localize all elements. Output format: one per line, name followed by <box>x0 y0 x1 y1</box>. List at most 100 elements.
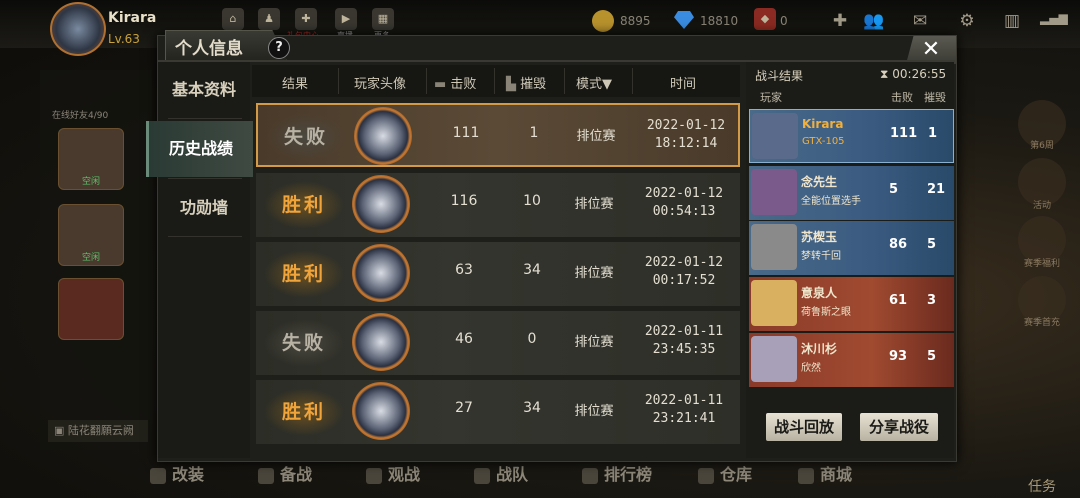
result-label: 胜利 <box>264 388 344 436</box>
trophy-icon <box>582 467 598 484</box>
time-value: 2022-01-12 00:17:52 <box>628 254 740 290</box>
mail-icon[interactable]: ✉ <box>908 11 932 33</box>
task-label[interactable]: 任务 <box>1016 476 1068 496</box>
factory-icon: ▙ <box>506 77 521 92</box>
player-name: 念先生 <box>801 175 838 189</box>
warehouse-icon <box>698 467 714 484</box>
kills-value: 116 <box>450 193 478 209</box>
chat-bar[interactable]: ▣ 陆花翻願云阙 <box>48 420 148 442</box>
ticket-amount: 0 <box>780 14 788 28</box>
player-avatar <box>751 280 797 326</box>
player-tag: GTX-105 <box>802 136 845 147</box>
destroys-value: 34 <box>523 400 541 416</box>
table-row[interactable]: 失败 111 1 排位赛 2022-01-12 18:12:14 <box>256 103 740 167</box>
book-icon[interactable]: ▥ <box>1000 11 1024 33</box>
time-value: 2022-01-11 23:21:41 <box>628 392 740 428</box>
nav-team[interactable]: 战队 <box>474 461 528 485</box>
menu-battle-history[interactable]: 历史战绩 <box>146 121 253 177</box>
slot-label: 空闲 <box>81 253 100 263</box>
nav-spectate[interactable]: 观战 <box>366 461 420 485</box>
nav-ranking[interactable]: 排行榜 <box>582 461 652 485</box>
team-icon <box>474 467 490 484</box>
player-badge-icon <box>352 244 410 302</box>
help-button[interactable]: ? <box>268 37 290 59</box>
squad-slot-3[interactable] <box>58 278 124 340</box>
date-value: 2022-01-11 <box>644 324 724 339</box>
header-destroys: ▙ 摧毁 <box>506 77 547 92</box>
share-button[interactable]: 分享战役 <box>860 413 938 441</box>
result-label: 胜利 <box>264 181 344 229</box>
table-row[interactable]: 失败 46 0 排位赛 2022-01-11 23:45:35 <box>256 311 740 375</box>
nav-prepare[interactable]: 备战 <box>258 461 312 485</box>
table-row[interactable]: 胜利 27 34 排位赛 2022-01-11 23:21:41 <box>256 380 740 444</box>
battle-player-row[interactable]: 沐川杉 欣然 93 5 <box>749 333 954 387</box>
tank-icon: ▬ <box>434 77 451 92</box>
gear-icon[interactable]: ⚙ <box>955 11 979 33</box>
player-avatar <box>751 224 797 270</box>
diamond-icon <box>674 11 694 29</box>
clock-value: 00:17:52 <box>652 273 716 288</box>
player-kills: 86 <box>889 237 908 252</box>
battle-player-row[interactable]: 意泉人 荷鲁斯之眼 61 3 <box>749 277 954 331</box>
kills-value: 27 <box>455 400 473 416</box>
battle-player-row[interactable]: 苏楔玉 梦转千回 86 5 <box>749 221 954 275</box>
header-time: 时间 <box>670 77 697 92</box>
col-kills: 击败 <box>891 91 913 104</box>
player-tag: 全能位置选手 <box>801 196 861 207</box>
video-icon[interactable]: ▶ <box>335 8 357 30</box>
player-tag: 荷鲁斯之眼 <box>801 307 851 318</box>
dialog-title: 个人信息 <box>175 39 243 59</box>
add-icon[interactable]: ✚ <box>828 11 852 33</box>
player-destroys: 5 <box>927 349 937 364</box>
player-avatar <box>751 169 797 215</box>
menu-basic-info[interactable]: 基本资料 <box>158 62 250 118</box>
player-destroys: 5 <box>927 237 937 252</box>
player-badge-icon <box>352 313 410 371</box>
friends-icon[interactable]: 👥 <box>862 11 886 33</box>
result-label: 失败 <box>266 113 346 161</box>
battle-result-title: 战斗结果 <box>755 69 804 83</box>
nav-shop[interactable]: 商城 <box>798 461 852 485</box>
date-value: 2022-01-12 <box>644 186 724 201</box>
mode-value: 排位赛 <box>574 335 614 350</box>
gold-coin-icon <box>592 10 614 32</box>
clock-value: 18:12:14 <box>654 136 718 151</box>
clock-value: 23:45:35 <box>652 342 716 357</box>
squad-slot-2[interactable]: 空闲 <box>58 204 124 266</box>
table-row[interactable]: 胜利 63 34 排位赛 2022-01-12 00:17:52 <box>256 242 740 306</box>
player-kills: 111 <box>890 126 918 141</box>
header-kills: ▬ 击败 <box>434 77 477 92</box>
destroys-value: 1 <box>529 125 539 141</box>
gift-icon[interactable]: ✚ <box>295 8 317 30</box>
home-icon[interactable]: ⌂ <box>222 8 244 30</box>
signal-icon: ▂▄▆ <box>1040 11 1068 25</box>
history-table-header: 结果 玩家头像 ▬ 击败 ▙ 摧毁 模式▼ 时间 <box>252 65 740 97</box>
player-name: 苏楔玉 <box>801 230 838 244</box>
battle-player-row[interactable]: 念先生 全能位置选手 5 21 <box>749 166 954 220</box>
chat-text: 陆花翻願云阙 <box>67 424 134 437</box>
col-player: 玩家 <box>760 91 782 104</box>
date-value: 2022-01-12 <box>644 255 724 270</box>
player-avatar <box>751 336 797 382</box>
nav-warehouse[interactable]: 仓库 <box>698 461 752 485</box>
result-label: 胜利 <box>264 250 344 298</box>
online-friends-label: 在线好友4/90 <box>52 111 109 121</box>
wrench-icon <box>150 467 166 484</box>
menu-merit-wall[interactable]: 功勋墙 <box>158 180 250 236</box>
squad-slot-1[interactable]: 空闲 <box>58 128 124 190</box>
character-icon[interactable]: ♟ <box>258 8 280 30</box>
battle-player-row[interactable]: Kirara GTX-105 111 1 <box>749 109 954 163</box>
player-avatar[interactable] <box>50 2 106 56</box>
weekly-label: 第6周 <box>1030 141 1054 151</box>
mode-value: 排位赛 <box>574 266 614 281</box>
menu-divider <box>168 178 242 179</box>
player-destroys: 3 <box>927 293 937 308</box>
grid-icon[interactable]: ▦ <box>372 8 394 30</box>
time-value: 2022-01-12 18:12:14 <box>630 117 742 153</box>
result-label: 失败 <box>264 319 344 367</box>
header-mode-filter[interactable]: 模式▼ <box>576 73 612 92</box>
header-divider <box>494 68 495 94</box>
replay-button[interactable]: 战斗回放 <box>766 413 842 441</box>
table-row[interactable]: 胜利 116 10 排位赛 2022-01-12 00:54:13 <box>256 173 740 237</box>
nav-modify[interactable]: 改装 <box>150 461 204 485</box>
